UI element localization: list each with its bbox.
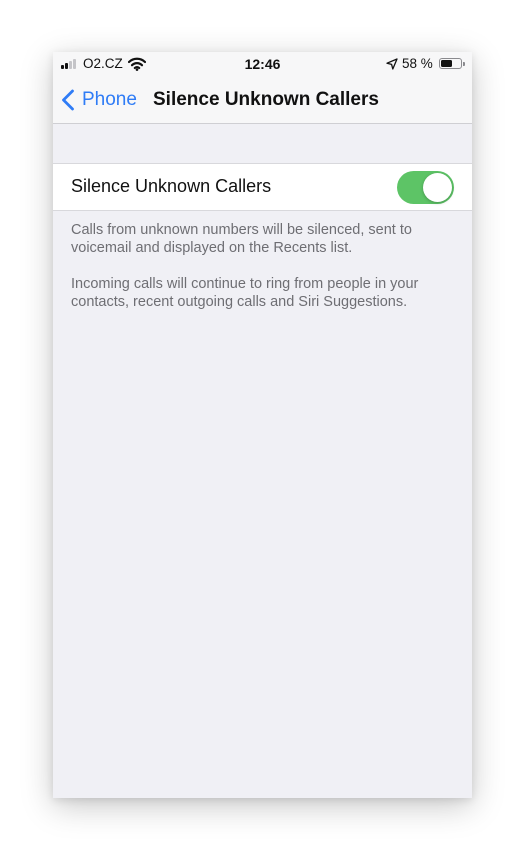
- phone-screen: O2.CZ 12:46 58 % Phone Silence Unknown C…: [53, 52, 472, 798]
- silence-unknown-callers-toggle[interactable]: [397, 171, 454, 204]
- back-button-label: Phone: [82, 89, 137, 110]
- status-bar: O2.CZ 12:46 58 %: [53, 52, 472, 76]
- battery-fill: [441, 60, 452, 67]
- page-title: Silence Unknown Callers: [153, 89, 379, 110]
- setting-label: Silence Unknown Callers: [71, 176, 272, 196]
- battery-icon: [439, 58, 465, 69]
- footer-description-2: Incoming calls will continue to ring fro…: [71, 276, 419, 310]
- location-arrow-icon: [386, 58, 398, 70]
- navigation-bar: Phone Silence Unknown Callers: [53, 76, 472, 124]
- footer-description-1: Calls from unknown numbers will be silen…: [71, 222, 412, 256]
- back-button[interactable]: Phone: [61, 86, 137, 114]
- toggle-knob: [423, 173, 452, 202]
- chevron-left-icon: [62, 89, 74, 111]
- battery-percentage: 58 %: [402, 56, 433, 71]
- silence-unknown-callers-row: Silence Unknown Callers: [53, 163, 472, 211]
